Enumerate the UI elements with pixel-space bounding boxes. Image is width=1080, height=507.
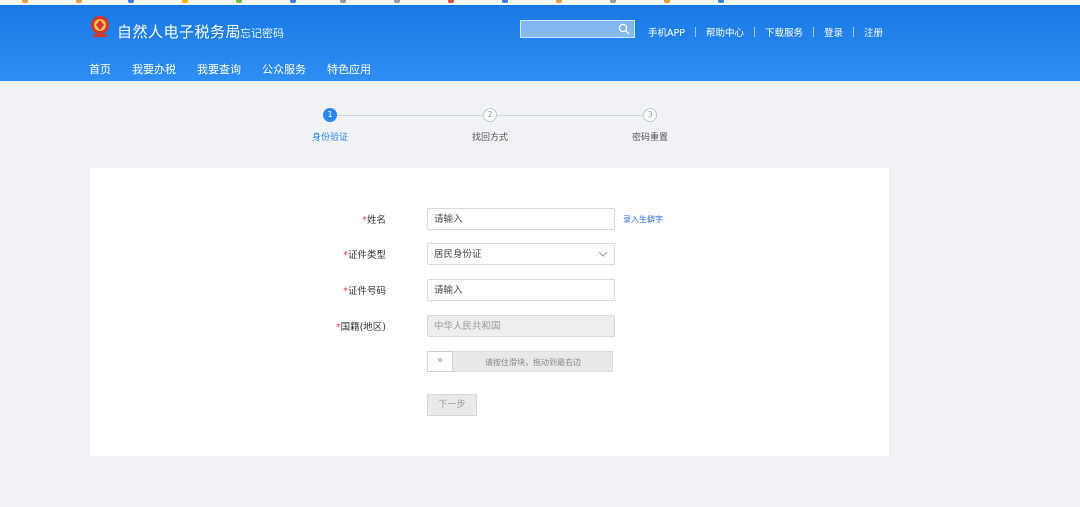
step-1-label: 身份验证 (311, 133, 349, 143)
download-service-link[interactable]: 下载服务 (765, 25, 803, 39)
step-2-indicator: 2 (483, 108, 497, 122)
nationality-label-text: 国籍(地区) (340, 322, 386, 333)
nav-item-public-service[interactable]: 公众服务 (262, 61, 306, 77)
step-1-indicator: 1 (323, 108, 337, 122)
step-connector (337, 115, 483, 116)
nationality-field: 中华人民共和国 (427, 315, 615, 337)
nationality-row: *国籍(地区) 中华人民共和国 (90, 315, 889, 337)
search-input[interactable] (520, 20, 635, 38)
name-input-placeholder: 请输入 (434, 214, 463, 225)
slider-instruction: 请按住滑块，拖动到最右边 (485, 358, 581, 367)
identity-form-card: *姓名 请输入 录入生僻字 *证件类型 居民身份证 *证件号码 请输入 *国籍(… (90, 168, 889, 456)
name-row: *姓名 请输入 录入生僻字 (90, 208, 889, 230)
nav-item-file-tax[interactable]: 我要办税 (132, 61, 176, 77)
id-number-label-text: 证件号码 (347, 286, 386, 297)
tax-emblem-icon (91, 16, 109, 37)
login-link[interactable]: 登录 (824, 25, 843, 39)
nav-item-featured-apps[interactable]: 特色应用 (327, 61, 371, 77)
rare-character-link[interactable]: 录入生僻字 (623, 214, 663, 225)
mobile-app-link[interactable]: 手机APP (648, 25, 685, 39)
id-number-label: *证件号码 (343, 283, 386, 297)
name-input[interactable]: 请输入 (427, 208, 615, 230)
slide-verification: » 请按住滑块，拖动到最右边 (427, 351, 613, 372)
nationality-label: *国籍(地区) (336, 319, 386, 333)
chevron-down-icon (598, 251, 608, 257)
search-icon[interactable] (618, 23, 630, 35)
id-type-label-text: 证件类型 (347, 250, 386, 261)
id-type-select[interactable]: 居民身份证 (427, 243, 615, 265)
step-3-label: 密码重置 (631, 133, 669, 143)
link-divider (753, 27, 755, 37)
site-title[interactable]: 自然人电子税务局 (117, 21, 241, 42)
nav-item-home[interactable]: 首页 (89, 61, 111, 77)
name-label: *姓名 (362, 212, 386, 226)
main-nav: 首页 我要办税 我要查询 公众服务 特色应用 (89, 61, 392, 77)
next-step-button[interactable]: 下一步 (427, 394, 477, 416)
register-link[interactable]: 注册 (864, 25, 883, 39)
name-label-text: 姓名 (366, 215, 386, 226)
link-divider (694, 27, 696, 37)
id-type-label: *证件类型 (343, 247, 386, 261)
id-type-selected-value: 居民身份证 (434, 249, 482, 260)
nav-item-query[interactable]: 我要查询 (197, 61, 241, 77)
page-subtitle: 忘记密码 (240, 27, 284, 40)
step-3-indicator: 3 (643, 108, 657, 122)
site-header: 自然人电子税务局 忘记密码 手机APP 帮助中心 下载服务 登录 注册 首页 我… (0, 5, 1080, 81)
nationality-value: 中华人民共和国 (434, 321, 501, 332)
progress-steps: 1 2 3 身份验证 找回方式 密码重置 (0, 106, 1080, 146)
step-connector (497, 115, 643, 116)
step-2-label: 找回方式 (471, 133, 509, 143)
id-number-input[interactable]: 请输入 (427, 279, 615, 301)
top-links: 手机APP 帮助中心 下载服务 登录 注册 (648, 25, 883, 39)
id-type-row: *证件类型 居民身份证 (90, 243, 889, 265)
link-divider (813, 27, 814, 37)
id-number-placeholder: 请输入 (434, 285, 463, 296)
link-divider (853, 27, 855, 37)
title-divider (232, 25, 233, 38)
help-center-link[interactable]: 帮助中心 (706, 25, 744, 39)
id-number-row: *证件号码 请输入 (90, 279, 889, 301)
